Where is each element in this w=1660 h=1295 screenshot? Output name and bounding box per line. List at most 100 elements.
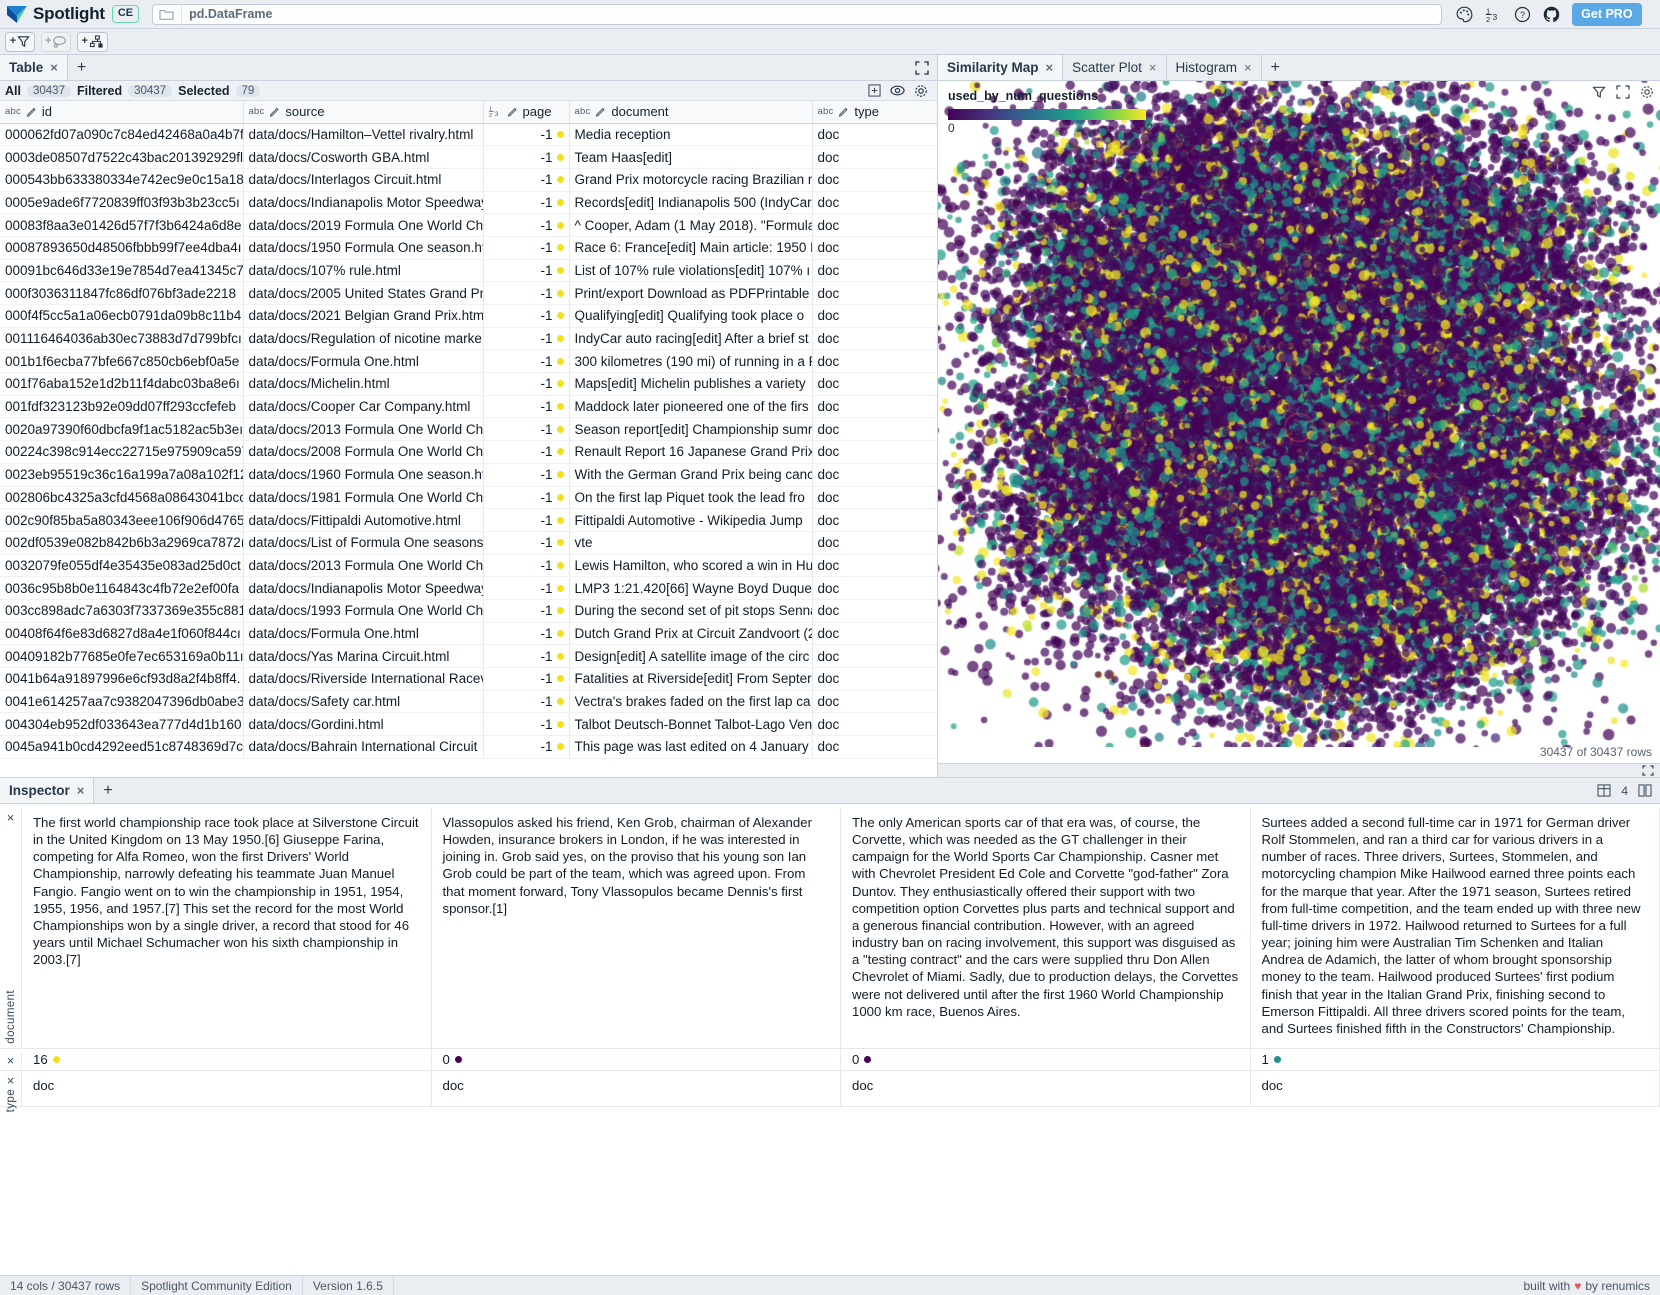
add-column-icon[interactable] (868, 84, 881, 97)
column-header-page[interactable]: 123 page (483, 101, 570, 124)
close-icon[interactable]: × (50, 60, 58, 75)
table-row[interactable]: 0032079fe055df4e35435e083ad25d0ct data/do… (0, 554, 937, 578)
close-icon[interactable]: × (7, 1054, 15, 1067)
table-row[interactable]: 00224c398c914ecc22715e975909ca597 data/do… (0, 440, 937, 464)
value-color-dot (556, 629, 564, 637)
tab-similarity-map[interactable]: Similarity Map × (938, 55, 1064, 80)
add-tab-button[interactable]: + (68, 55, 95, 80)
maximize-icon[interactable] (915, 60, 929, 75)
close-icon[interactable]: × (77, 783, 85, 798)
table-row[interactable]: 001f76aba152e1d2b11f4dabc03ba8e6ı data/do… (0, 372, 937, 396)
scatter-points-layer[interactable] (938, 81, 1660, 747)
value-color-dot (556, 539, 564, 547)
status-bar: 14 cols / 30437 rows Spotlight Community… (0, 1275, 1660, 1295)
table-row[interactable]: 00091bc646d33e19e7854d7ea41345c7 data/doc… (0, 259, 937, 283)
settings-icon[interactable] (914, 84, 928, 98)
table-row[interactable]: 0020a97390f60dbcfa9f1ac5182ac5b3eı data/d… (0, 417, 937, 442)
table-row[interactable]: 00087893650d48506fbbb99f7ee4dba4ı data/do… (0, 236, 937, 260)
tab-label: Table (9, 60, 44, 75)
column-header-type[interactable]: abc type (812, 101, 937, 124)
table-row[interactable]: 001116464036ab30ec73883d7d799bfcı data/do… (0, 327, 937, 351)
close-icon[interactable]: × (1149, 60, 1157, 75)
column-header-id[interactable]: abc id (0, 101, 244, 124)
cell-source: data/docs/Interlagos Circuit.html (243, 168, 484, 192)
close-icon[interactable]: × (7, 811, 15, 824)
add-filter-button[interactable]: + (5, 31, 35, 52)
cell-document: Fittipaldi Automotive - Wikipedia Jump (569, 508, 813, 532)
visibility-icon[interactable] (890, 84, 905, 97)
settings-icon[interactable] (1640, 85, 1654, 99)
inspector-cell: 16 (22, 1047, 432, 1072)
tab-inspector[interactable]: Inspector × (0, 778, 95, 803)
table-row[interactable]: 003cc898adc7a6303f7337369e355c881 data/do… (0, 599, 937, 623)
palette-icon[interactable] (1456, 6, 1473, 23)
add-data-issues-button[interactable]: + (77, 31, 108, 52)
pencil-icon (26, 106, 37, 117)
value-color-dot (556, 561, 564, 569)
table-row[interactable]: 00409182b77685e0fe7ec653169a0b11ı data/do… (0, 644, 937, 668)
help-circle-icon[interactable]: ? (1514, 6, 1531, 23)
table-row[interactable]: 0041b64a91897996e6cf93d8a2f4b8ff4. data/d… (0, 667, 937, 691)
fullscreen-icon[interactable] (1616, 85, 1630, 99)
dataframe-path-field[interactable]: pd.DataFrame (152, 3, 1443, 25)
colorbar-ticks: 0 2 (948, 121, 1153, 135)
pencil-icon (595, 106, 606, 117)
filter-icon[interactable] (1592, 85, 1606, 99)
close-icon[interactable]: × (1046, 60, 1054, 75)
value-color-dot (52, 1056, 60, 1063)
inspector-value: 0 (852, 1051, 860, 1067)
cell-source: data/docs/Yas Marina Circuit.html (243, 644, 484, 668)
table-row[interactable]: 001b1f6ecba77bfe667c850cb6ebf0a5e data/do… (0, 349, 937, 374)
cell-document: Media reception (569, 123, 813, 147)
table-row[interactable]: 0041e614257aa7c9382047396db0abe3 data/doc… (0, 690, 937, 714)
table-row[interactable]: 000f4f5cc5a1a06ecb0791da09b8c11b4 data/do… (0, 304, 937, 328)
cell-id: 0036c95b8b0e1164843c4fb72e2ef00fa (0, 576, 244, 600)
table-row[interactable]: 00408f64f6e83d6827d8a4e1f060f844cı data/d… (0, 622, 937, 646)
cell-id: 00409182b77685e0fe7ec653169a0b11ı (0, 644, 244, 668)
number-format-icon[interactable]: 123 (1485, 6, 1502, 23)
cell-source: data/docs/2013 Formula One World Cha (243, 554, 484, 578)
add-group-button[interactable]: + (41, 31, 72, 52)
tab-scatter-plot[interactable]: Scatter Plot × (1063, 55, 1167, 80)
data-table[interactable]: abc id abc source 123 page abc document … (0, 101, 937, 777)
table-row[interactable]: 0023eb95519c36c16a199a7a08a102f12 data/do… (0, 463, 937, 487)
close-icon[interactable]: × (1244, 60, 1252, 75)
cell-id: 00408f64f6e83d6827d8a4e1f060f844cı (0, 622, 244, 646)
inspector-cell: doc (432, 1071, 841, 1106)
table-row[interactable]: 0003de08507d7522c43bac201392929fl data/do… (0, 145, 937, 169)
column-header-source[interactable]: abc source (243, 101, 484, 124)
inspector-cells: The first world championship race took p… (22, 808, 1660, 1048)
tab-histogram[interactable]: Histogram × (1167, 55, 1262, 80)
table-row[interactable]: 00083f8aa3e01426d57f7f3b6424a6d8e data/do… (0, 213, 937, 237)
table-row[interactable]: 002df0539e082b842b6b3a2969ca7872ı data/do… (0, 531, 937, 555)
table-row[interactable]: 0036c95b8b0e1164843c4fb72e2ef00fa data/do… (0, 576, 937, 600)
table-row[interactable]: 0045a941b0cd4292eed51c8748369d7c data/doc… (0, 735, 937, 759)
heart-icon: ♥ (1574, 1278, 1582, 1293)
column-header-document[interactable]: abc document (569, 101, 813, 124)
close-icon[interactable]: × (7, 1074, 15, 1087)
table-row[interactable]: 000543bb633380334e742ec9e0c15a18 data/doc… (0, 168, 937, 192)
table-row[interactable]: 001fdf323123b92e09dd07ff293ccfefeb data/d… (0, 395, 937, 419)
table-row[interactable]: 004304eb952df033643ea777d4d1b160 data/doc… (0, 712, 937, 737)
similarity-map-canvas[interactable]: used_by_num_questions 0 2 30437 of 30437… (938, 81, 1660, 763)
table-grid: abc id abc source 123 page abc document … (0, 101, 937, 759)
get-pro-button[interactable]: Get PRO (1572, 2, 1642, 26)
table-row[interactable]: 000062fd07a090c7c84ed42468a0a4b7f data/do… (0, 123, 937, 147)
table-row[interactable]: 000f3036311847fc86df076bf3ade2218 data/do… (0, 281, 937, 305)
inspector-cell: Surtees added a second full-time car in … (1251, 808, 1660, 1048)
expand-icon[interactable] (1642, 765, 1654, 776)
brand-title: Spotlight (33, 4, 105, 23)
tab-table[interactable]: Table × (0, 55, 68, 80)
number-type-icon: 123 (488, 105, 502, 118)
value-color-dot (864, 1056, 872, 1063)
add-tab-button[interactable]: + (94, 778, 121, 803)
columns-icon[interactable] (1638, 784, 1652, 797)
add-tab-button[interactable]: + (1262, 55, 1289, 80)
table-row[interactable]: 002c90f85ba5a80343eee106f906d4765 data/do… (0, 508, 937, 532)
table-row[interactable]: 002806bc4325a3cfd4568a08643041bcc data/do… (0, 486, 937, 510)
grid-layout-icon[interactable] (1597, 784, 1611, 797)
table-row[interactable]: 0005e9ade6f7720839ff03f93b3b23cc5ı data/d… (0, 191, 937, 215)
cell-page: -1 (483, 349, 570, 374)
github-icon[interactable] (1543, 6, 1560, 23)
column-type-tag: abc (574, 106, 591, 118)
